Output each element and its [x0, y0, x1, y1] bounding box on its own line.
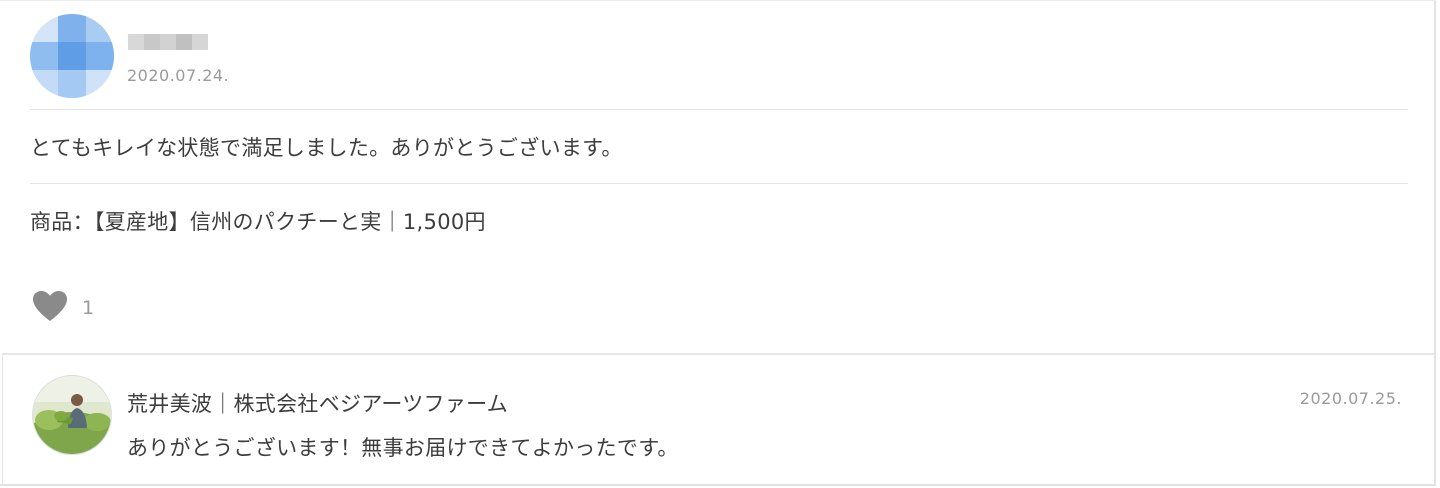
reply-divider — [2, 353, 1436, 355]
like-button[interactable]: 1 — [32, 290, 94, 326]
reply-author-name: 荒井美波｜株式会社ベジアーツファーム — [127, 392, 509, 416]
product-label: 商品：【夏産地】信州のパクチーと実｜1,500円 — [30, 210, 486, 234]
reply-avatar[interactable] — [32, 375, 112, 455]
divider — [30, 109, 1408, 110]
like-count: 1 — [82, 297, 95, 319]
reviewer-avatar[interactable] — [30, 14, 114, 98]
reviewer-name-blurred — [128, 34, 208, 50]
reply-text: ありがとうございます！無事お届けできてよかったです。 — [127, 436, 679, 460]
reply-date: 2020.07.25. — [1299, 389, 1402, 408]
card-top-border — [0, 0, 1436, 1]
reply-left-border — [2, 353, 3, 486]
review-date: 2020.07.24. — [127, 66, 230, 85]
review-text: とてもキレイな状態で満足しました。ありがとうございます。 — [30, 136, 623, 160]
review-card: 2020.07.24. とてもキレイな状態で満足しました。ありがとうございます。… — [0, 0, 1436, 486]
heart-icon[interactable] — [32, 290, 68, 326]
divider — [30, 183, 1408, 184]
